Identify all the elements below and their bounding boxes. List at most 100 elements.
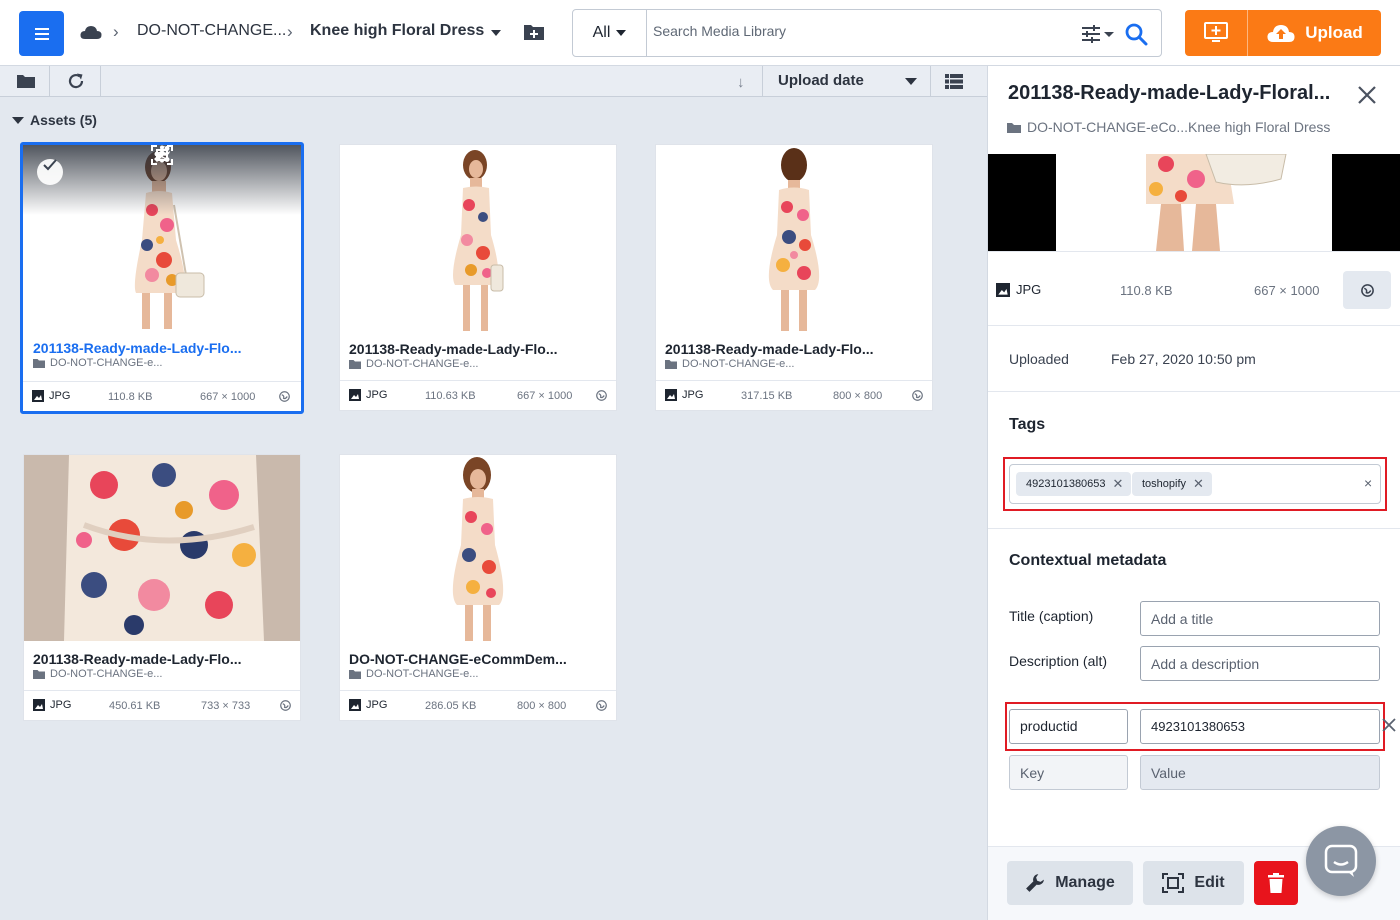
asset-card[interactable]: 201138-Ready-made-Lady-Flo... DO-NOT-CHA… [23,454,301,721]
asset-thumbnail[interactable] [23,145,301,329]
search-input[interactable] [653,23,1053,39]
new-value-input[interactable] [1140,755,1380,790]
description-input[interactable] [1140,646,1380,681]
search-bar: All [572,9,1162,57]
asset-thumbnail[interactable] [340,145,616,331]
asset-details-panel: 201138-Ready-made-Lady-Floral... DO-NOT-… [987,66,1400,920]
metadata-value-field[interactable]: 4923101380653 [1140,709,1380,744]
asset-type-label: JPG [49,390,71,402]
asset-card[interactable]: 201138-Ready-made-Lady-Flo... DO-NOT-CHA… [339,144,617,411]
delete-button[interactable] [1254,861,1298,905]
folder-tree-icon[interactable] [16,73,36,89]
tags-heading: Tags [1009,416,1046,433]
asset-dimensions: 667 × 1000 [517,390,573,402]
sort-direction-icon[interactable]: ↓ [737,74,745,91]
asset-preview[interactable] [988,154,1400,251]
chat-launcher-button[interactable] [1306,826,1376,896]
manage-button[interactable]: Manage [1007,861,1133,905]
asset-title[interactable]: 201138-Ready-made-Lady-Flo... [349,341,607,357]
remove-tag-icon[interactable]: ✕ [1113,476,1124,492]
title-input[interactable] [1140,601,1380,636]
select-checkbox[interactable] [37,159,63,185]
asset-thumbnail[interactable] [656,145,932,331]
asset-card[interactable]: 201138-Ready-made-Lady-Flo... DO-NOT-CHA… [655,144,933,411]
divider [988,528,1400,529]
asset-type-label: JPG [366,699,388,711]
asset-title[interactable]: 201138-Ready-made-Lady-Flo... [33,651,291,667]
globe-icon[interactable] [279,391,290,402]
dress-fabric-thumbnail [24,455,300,641]
panel-title: 201138-Ready-made-Lady-Floral... [1008,82,1331,104]
tag-chip[interactable]: toshopify ✕ [1132,472,1212,496]
asset-title[interactable]: 201138-Ready-made-Lady-Flo... [33,340,291,356]
more-options-icon[interactable] [159,145,165,163]
upload-from-screen-button[interactable] [1185,10,1248,56]
search-scope-dropdown[interactable]: All [573,10,647,56]
asset-type: JPG [33,699,71,711]
manage-label: Manage [1055,874,1115,891]
asset-thumbnail[interactable] [24,455,300,641]
metadata-key-field[interactable]: productid [1009,709,1128,744]
globe-icon[interactable] [596,700,607,711]
menu-button[interactable] [19,11,64,56]
image-icon [996,282,1010,297]
asset-size: 286.05 KB [425,700,477,712]
breadcrumb-current[interactable]: Knee high Floral Dress [310,22,484,40]
asset-meta: JPG 450.61 KB 733 × 733 [24,690,300,720]
asset-size: 450.61 KB [109,700,161,712]
chevron-down-icon[interactable] [905,78,917,85]
tag-chip[interactable]: 4923101380653 ✕ [1016,472,1132,496]
asset-type-label: JPG [50,699,72,711]
remove-metadata-icon[interactable] [1382,718,1396,732]
folder-icon [33,670,45,679]
public-access-button[interactable] [1343,271,1391,309]
globe-icon[interactable] [912,390,923,401]
panel-path[interactable]: DO-NOT-CHANGE-eCo...Knee high Floral Dre… [1007,119,1330,135]
asset-card[interactable]: DO-NOT-CHANGE-eCommDem... DO-NOT-CHANGE-… [339,454,617,721]
clear-tags-icon[interactable]: × [1364,475,1372,491]
asset-meta: JPG 317.15 KB 800 × 800 [656,380,932,410]
remove-tag-icon[interactable]: ✕ [1193,476,1204,492]
new-folder-icon[interactable] [523,23,545,41]
edit-label: Edit [1194,874,1225,891]
asset-title[interactable]: DO-NOT-CHANGE-eCommDem... [349,651,607,667]
asset-card[interactable]: 201138-Ready-made-Lady-Flo... DO-NOT-CHA… [20,142,304,414]
globe-icon [1360,283,1374,297]
close-icon[interactable] [1356,84,1378,106]
upload-button[interactable]: Upload [1249,10,1381,56]
asset-folder: DO-NOT-CHANGE-e... [33,668,162,680]
folder-icon [1007,122,1021,133]
cloud-icon[interactable] [80,24,102,40]
breadcrumb-root[interactable]: DO-NOT-CHANGE... [137,22,286,40]
breadcrumb-dropdown-icon[interactable] [491,30,501,36]
refresh-icon[interactable] [67,72,85,90]
asset-folder-label: DO-NOT-CHANGE-e... [50,668,163,680]
preview-image [1056,154,1332,251]
globe-icon[interactable] [280,700,291,711]
panel-meta-row: JPG 110.8 KB 667 × 1000 [988,251,1400,326]
trash-icon [1268,873,1284,893]
toolbar-divider [762,66,763,97]
asset-type: JPG [32,390,70,402]
dress-preview-image [1056,154,1332,251]
asset-folder-label: DO-NOT-CHANGE-e... [366,358,479,370]
globe-icon[interactable] [596,390,607,401]
new-key-input[interactable] [1009,755,1128,790]
folder-icon [349,360,361,369]
filter-settings-icon[interactable] [1081,24,1115,44]
asset-dimensions: 733 × 733 [201,700,251,712]
asset-meta: JPG 110.8 KB 667 × 1000 [23,381,301,411]
asset-thumbnail[interactable] [340,455,616,641]
image-icon [349,699,361,711]
sort-dropdown[interactable]: Upload date [778,72,864,89]
list-view-icon[interactable] [945,74,963,89]
asset-dimensions: 800 × 800 [833,390,883,402]
search-icon[interactable] [1124,22,1148,46]
toolbar-divider [930,66,931,97]
asset-title[interactable]: 201138-Ready-made-Lady-Flo... [665,341,923,357]
assets-group-header[interactable]: Assets (5) [12,112,97,128]
tags-input[interactable]: 4923101380653 ✕ toshopify ✕ × [1009,464,1381,504]
edit-button[interactable]: Edit [1143,861,1244,905]
image-icon [33,699,45,711]
panel-size: 110.8 KB [1120,283,1173,298]
